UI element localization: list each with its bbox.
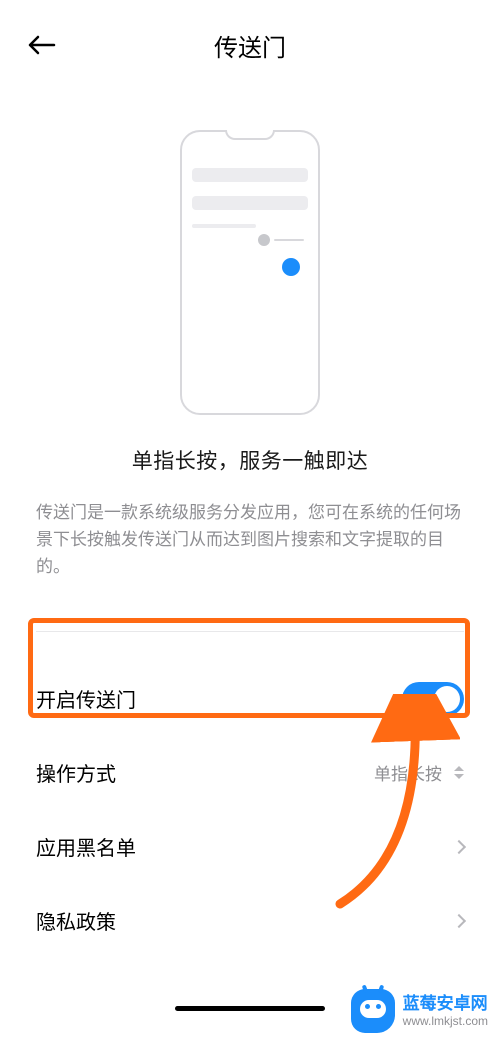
divider bbox=[36, 631, 464, 632]
back-button[interactable] bbox=[24, 27, 60, 63]
watermark-logo-icon bbox=[351, 989, 395, 1033]
phone-mockup-icon bbox=[180, 130, 320, 415]
description-text: 传送门是一款系统级服务分发应用，您可在系统的任何场景下长按触发传送门从而达到图片… bbox=[0, 499, 500, 581]
watermark-text-cn: 蓝莓安卓网 bbox=[403, 994, 488, 1014]
home-indicator[interactable] bbox=[175, 1006, 325, 1011]
setting-value: 单指长按 bbox=[374, 760, 464, 785]
header: 传送门 bbox=[0, 0, 500, 90]
chevron-right-icon bbox=[452, 913, 466, 927]
illustration-area: 单指长按，服务一触即达 bbox=[0, 90, 500, 475]
updown-icon bbox=[454, 766, 464, 779]
settings-list: 开启传送门 操作方式 单指长按 应用黑名单 隐私政策 bbox=[0, 662, 500, 958]
setting-app-blacklist[interactable]: 应用黑名单 bbox=[36, 810, 464, 884]
watermark: 蓝莓安卓网 www.lmkjst.com bbox=[351, 989, 488, 1033]
setting-label: 操作方式 bbox=[36, 758, 116, 787]
setting-enable-portal[interactable]: 开启传送门 bbox=[36, 662, 464, 736]
watermark-text-url: www.lmkjst.com bbox=[403, 1014, 488, 1028]
setting-label: 应用黑名单 bbox=[36, 832, 136, 861]
page-title: 传送门 bbox=[214, 28, 286, 63]
setting-operation-mode[interactable]: 操作方式 单指长按 bbox=[36, 736, 464, 810]
back-arrow-icon bbox=[28, 35, 56, 55]
operation-mode-value: 单指长按 bbox=[374, 760, 442, 785]
setting-label: 开启传送门 bbox=[36, 684, 136, 713]
toggle-knob bbox=[434, 686, 460, 712]
setting-privacy-policy[interactable]: 隐私政策 bbox=[36, 884, 464, 958]
setting-label: 隐私政策 bbox=[36, 906, 116, 935]
illustration-caption: 单指长按，服务一触即达 bbox=[132, 445, 369, 475]
toggle-enable-portal[interactable] bbox=[402, 682, 464, 716]
chevron-right-icon bbox=[452, 839, 466, 853]
watermark-text: 蓝莓安卓网 www.lmkjst.com bbox=[403, 994, 488, 1029]
